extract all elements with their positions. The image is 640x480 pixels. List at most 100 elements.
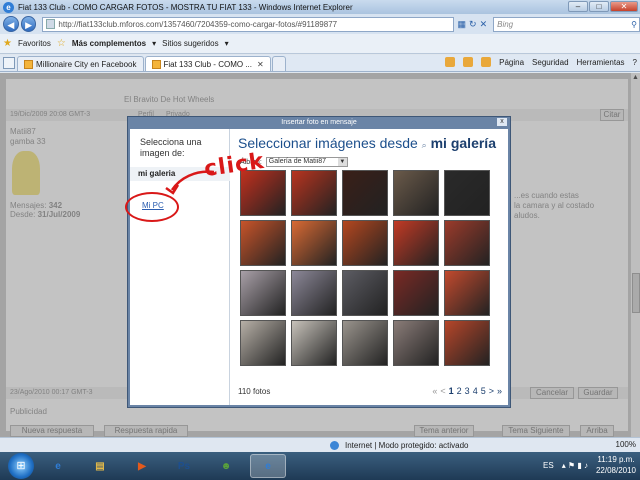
photo-thumbnail[interactable]: [444, 320, 490, 366]
feeds-icon[interactable]: [463, 57, 474, 67]
taskbar-app-button[interactable]: ▤: [82, 454, 118, 478]
photo-thumbnail[interactable]: [291, 320, 337, 366]
taskbar-app-button[interactable]: ▶: [124, 454, 160, 478]
more-addons-link[interactable]: Más complementos: [72, 39, 146, 48]
print-icon[interactable]: [481, 57, 492, 67]
gallery-pane: Seleccionar imágenes desde ⌕ mi galería …: [232, 129, 508, 405]
photo-count: 110 fotos: [238, 387, 271, 396]
zoom-level[interactable]: 100%: [616, 440, 636, 449]
suggested-sites-link[interactable]: Sitios sugeridos: [162, 39, 218, 48]
refresh-icon[interactable]: ↻: [469, 19, 477, 30]
security-menu[interactable]: Seguridad: [532, 58, 568, 67]
photo-thumbnail[interactable]: [444, 170, 490, 216]
start-button[interactable]: ⊞: [8, 453, 34, 479]
photo-thumbnail[interactable]: [240, 170, 286, 216]
modal-body: Selecciona una imagen de: mi galeria Mi …: [130, 129, 508, 405]
compat-view-icon[interactable]: ▦: [458, 19, 467, 30]
photo-thumbnail[interactable]: [240, 270, 286, 316]
pager-prev[interactable]: <: [440, 386, 445, 396]
system-tray: ES ▴ ⚑ ▮ ♪ 11:19 p.m. 22/08/2010: [543, 454, 636, 476]
pager-page[interactable]: 4: [473, 386, 478, 396]
gallery-title: Seleccionar imágenes desde ⌕ mi galería: [238, 135, 496, 151]
windows-taskbar: ⊞ e ▤ ▶ Ps ☻ e ES ▴ ⚑ ▮ ♪ 11:19 p.m. 22/08/20…: [0, 452, 640, 480]
clock-time: 11:19 p.m.: [597, 455, 635, 464]
chevron-down-icon: ▼: [337, 158, 347, 166]
photo-thumbnail[interactable]: [291, 270, 337, 316]
tab-favicon: [24, 59, 33, 69]
photo-thumbnail[interactable]: [393, 220, 439, 266]
photo-thumbnail[interactable]: [240, 320, 286, 366]
photo-thumbnail[interactable]: [444, 270, 490, 316]
home-icon[interactable]: [445, 57, 456, 67]
photo-thumbnail[interactable]: [291, 170, 337, 216]
photo-thumbnail[interactable]: [342, 170, 388, 216]
language-indicator[interactable]: ES: [543, 461, 554, 470]
tab-fiat-club[interactable]: Fiat 133 Club - COMO ... ✕: [144, 56, 271, 71]
photo-thumbnail[interactable]: [342, 320, 388, 366]
tab-close-icon[interactable]: ✕: [257, 60, 264, 69]
photo-thumbnail[interactable]: [393, 320, 439, 366]
ie-logo-icon: e: [3, 1, 14, 13]
taskbar-app-button[interactable]: e: [40, 454, 76, 478]
search-engine-label: Bing: [497, 19, 514, 29]
page-icon: [46, 19, 56, 29]
minimize-button[interactable]: –: [568, 1, 588, 12]
taskbar-apps: e ▤ ▶ Ps ☻ e: [34, 454, 286, 478]
insert-photo-modal: Insertar foto en mensaje x Selecciona un…: [127, 116, 511, 408]
tab-millionaire-city[interactable]: Millionaire City en Facebook: [17, 56, 144, 71]
quick-tabs-icon[interactable]: [3, 57, 15, 69]
photo-thumbnail[interactable]: [291, 220, 337, 266]
add-favorite-icon[interactable]: ☆: [57, 38, 66, 49]
modal-title: Insertar foto en mensaje: [281, 119, 357, 126]
pager-page[interactable]: 2: [457, 386, 462, 396]
taskbar-app-button[interactable]: Ps: [166, 454, 202, 478]
security-zone: Internet | Modo protegido: activado: [345, 440, 469, 450]
address-tools: ▦ ↻ ✕: [458, 19, 488, 30]
photo-thumbnail[interactable]: [393, 270, 439, 316]
back-button[interactable]: ◀: [3, 16, 19, 32]
gallery-title-name: mi galería: [430, 135, 496, 151]
pager-next[interactable]: >: [489, 386, 494, 396]
modal-close-button[interactable]: x: [497, 118, 507, 126]
new-tab-button[interactable]: [271, 56, 286, 71]
photo-thumbnail[interactable]: [342, 270, 388, 316]
maximize-button[interactable]: □: [589, 1, 609, 12]
tab-favicon: [151, 59, 161, 69]
taskbar-app-button[interactable]: ☻: [208, 454, 244, 478]
pager-page[interactable]: 3: [465, 386, 470, 396]
page-menu[interactable]: Página: [499, 58, 524, 67]
favorites-button[interactable]: Favoritos: [18, 39, 51, 48]
photo-thumbnail[interactable]: [342, 220, 388, 266]
pager-page[interactable]: 5: [481, 386, 486, 396]
favorites-star-icon[interactable]: ★: [3, 38, 12, 49]
photo-thumbnail[interactable]: [444, 220, 490, 266]
tools-menu[interactable]: Herramientas: [577, 58, 625, 67]
chevron-down-icon[interactable]: ▾: [152, 39, 156, 48]
address-input[interactable]: http://fiat133club.mforos.com/1357460/72…: [42, 16, 454, 32]
stop-icon[interactable]: ✕: [480, 19, 488, 30]
taskbar-app-button[interactable]: e: [250, 454, 286, 478]
annotation-circle: [125, 192, 179, 222]
pagination: « < 1 2 3 4 5 > »: [432, 386, 502, 396]
photo-thumbnail[interactable]: [240, 220, 286, 266]
tray-icons[interactable]: ▴ ⚑ ▮ ♪: [562, 461, 588, 470]
address-toolbar: ◀ ▶ http://fiat133club.mforos.com/135746…: [0, 14, 640, 34]
window-title: Fiat 133 Club - COMO CARGAR FOTOS - MOST…: [18, 2, 353, 12]
album-select[interactable]: Galería de Matii87 ▼: [265, 157, 348, 167]
chevron-down-icon[interactable]: ▾: [225, 39, 229, 48]
forward-button[interactable]: ▶: [20, 16, 37, 32]
modal-header: Insertar foto en mensaje x: [128, 117, 510, 128]
search-icon[interactable]: ⚲: [631, 20, 637, 29]
tab-label: Millionaire City en Facebook: [36, 59, 137, 69]
clock[interactable]: 11:19 p.m. 22/08/2010: [596, 454, 636, 476]
pager-last[interactable]: »: [497, 386, 502, 396]
command-bar: Página Seguridad Herramientas ?: [445, 57, 637, 67]
help-icon[interactable]: ?: [633, 58, 637, 67]
globe-icon: [330, 440, 339, 450]
pager-page[interactable]: 1: [449, 386, 454, 396]
photo-thumbnail[interactable]: [393, 170, 439, 216]
window-titlebar: e Fiat 133 Club - COMO CARGAR FOTOS - MO…: [0, 0, 640, 14]
pager-first[interactable]: «: [432, 386, 437, 396]
close-window-button[interactable]: ✕: [610, 1, 638, 12]
search-input[interactable]: Bing ⚲: [493, 16, 640, 32]
